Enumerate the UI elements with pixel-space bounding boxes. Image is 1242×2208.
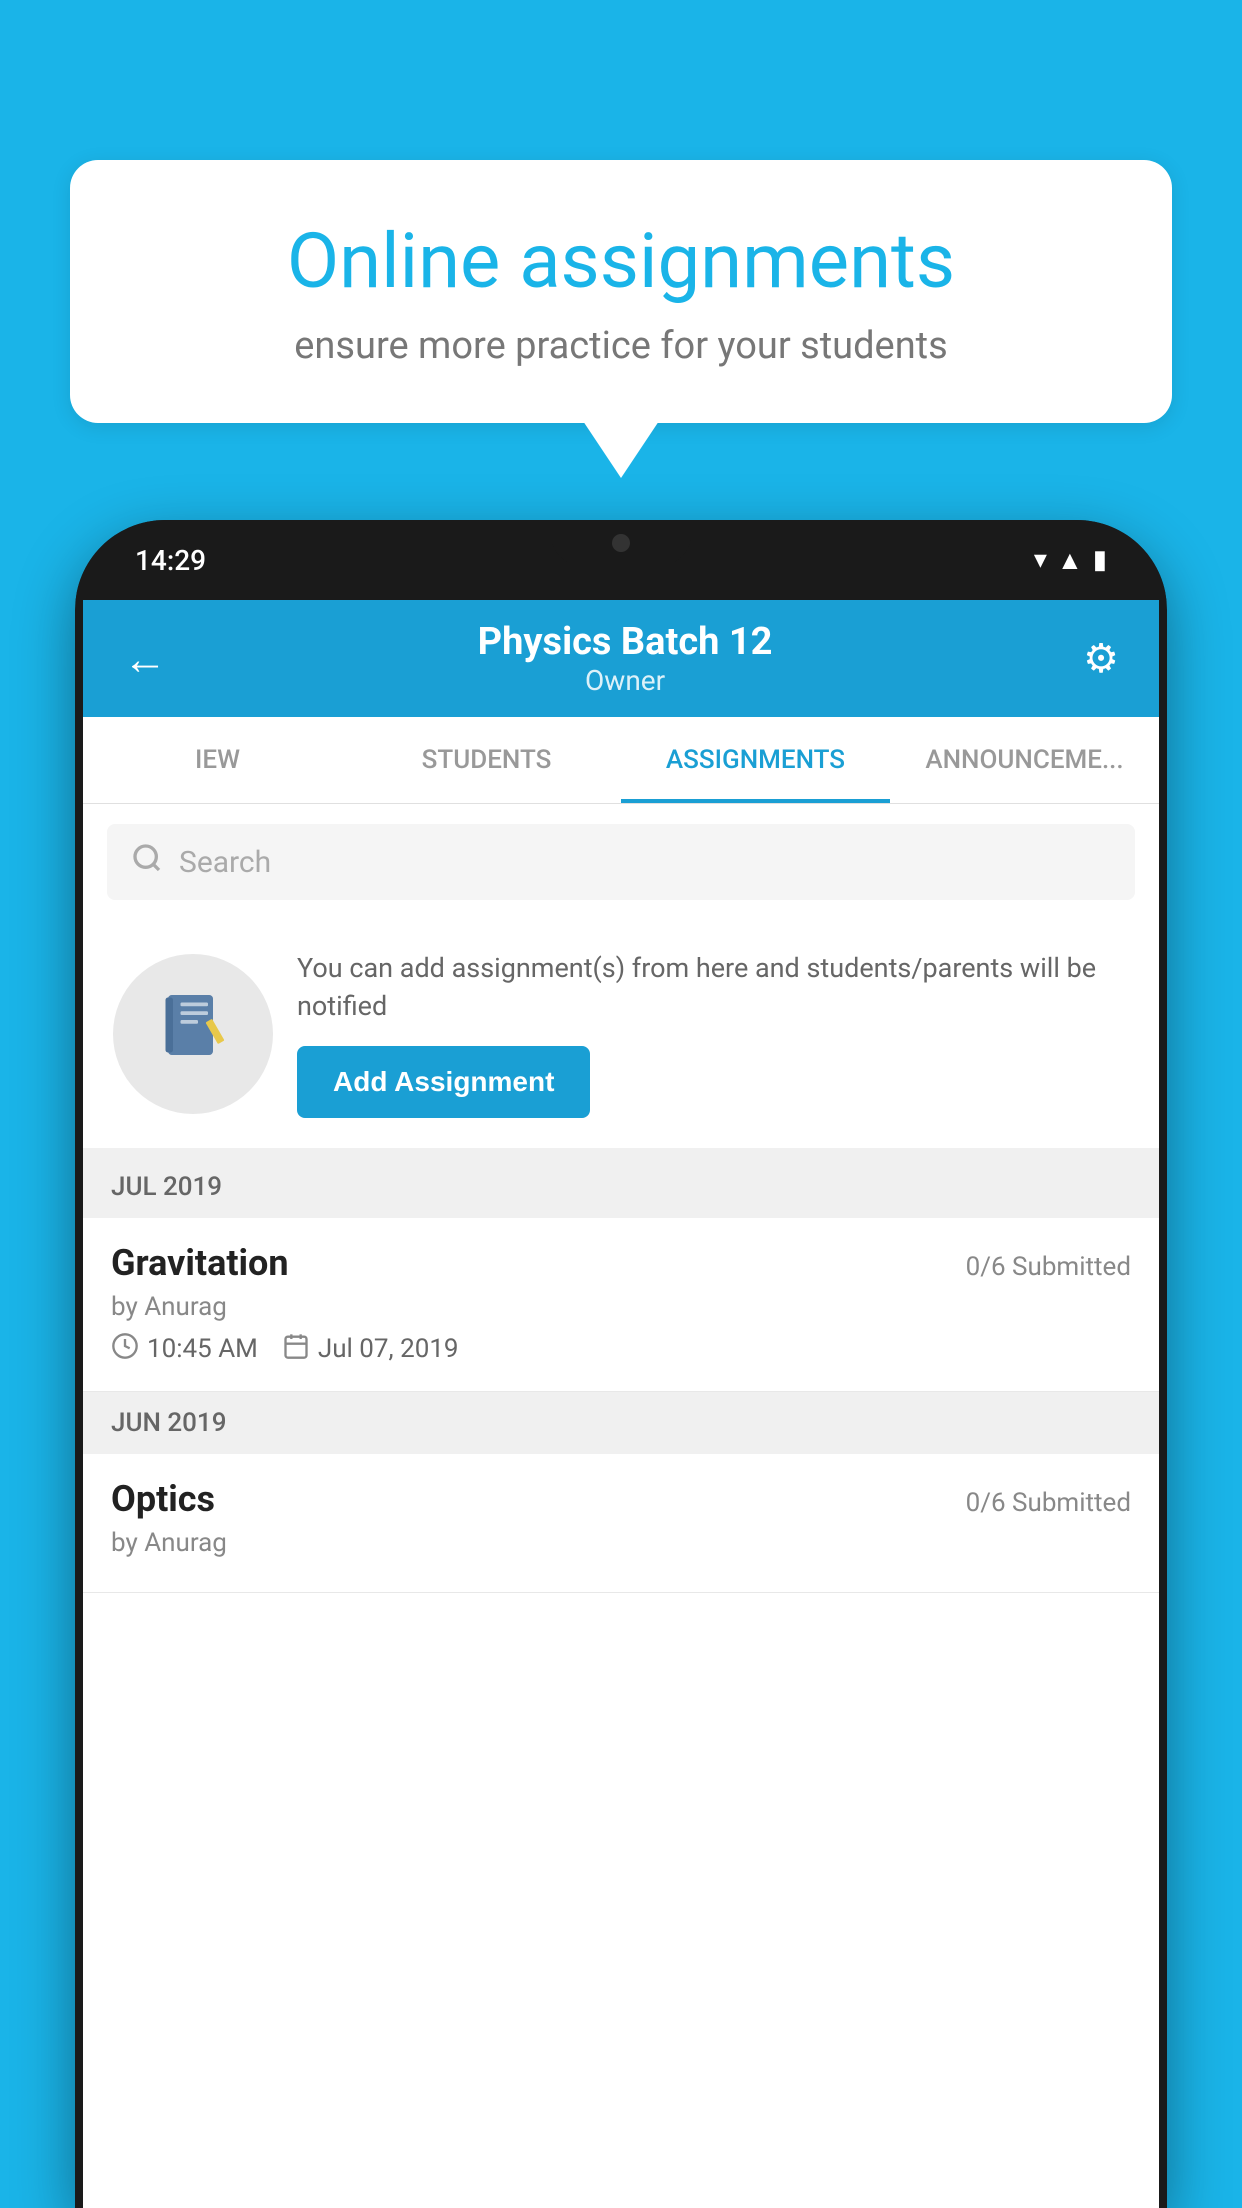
date-value-gravitation: Jul 07, 2019 — [318, 1334, 459, 1364]
status-icons: ▾ ▲ ▮ — [1034, 545, 1107, 576]
add-assignment-button[interactable]: Add Assignment — [297, 1046, 590, 1118]
phone-frame: 14:29 ▾ ▲ ▮ ← Physics Batch 12 Owner ⚙ I… — [75, 520, 1167, 2208]
speech-bubble-container: Online assignments ensure more practice … — [70, 160, 1172, 423]
promo-text: You can add assignment(s) from here and … — [297, 950, 1129, 1026]
tab-students[interactable]: STUDENTS — [352, 717, 621, 803]
batch-title: Physics Batch 12 — [478, 620, 773, 664]
camera-dot — [612, 534, 630, 552]
assignment-submitted-gravitation: 0/6 Submitted — [966, 1252, 1131, 1282]
assignment-by-optics: by Anurag — [111, 1528, 1131, 1558]
owner-label: Owner — [478, 664, 773, 697]
wifi-icon: ▾ — [1034, 545, 1047, 575]
tab-assignments[interactable]: ASSIGNMENTS — [621, 717, 890, 803]
notch — [551, 520, 691, 565]
assignment-name-optics: Optics — [111, 1478, 215, 1520]
settings-button[interactable]: ⚙ — [1083, 635, 1119, 682]
tab-iew[interactable]: IEW — [83, 717, 352, 803]
assignment-row-optics: Optics 0/6 Submitted — [111, 1478, 1131, 1520]
calendar-icon — [282, 1332, 310, 1367]
search-bar[interactable]: Search — [107, 824, 1135, 900]
tabs-bar: IEW STUDENTS ASSIGNMENTS ANNOUNCEME... — [83, 717, 1159, 804]
section-header-jun: JUN 2019 — [83, 1392, 1159, 1454]
meta-time-gravitation: 10:45 AM — [111, 1332, 258, 1367]
signal-icon: ▲ — [1057, 545, 1083, 576]
bubble-title: Online assignments — [140, 220, 1102, 304]
search-placeholder: Search — [179, 845, 271, 880]
battery-icon: ▮ — [1093, 545, 1107, 575]
phone-screen: ← Physics Batch 12 Owner ⚙ IEW STUDENTS … — [83, 600, 1159, 2208]
phone-top-bar: 14:29 ▾ ▲ ▮ — [75, 520, 1167, 600]
section-header-jun-text: JUN 2019 — [111, 1408, 226, 1438]
assignment-name-gravitation: Gravitation — [111, 1242, 289, 1284]
assignment-row-gravitation: Gravitation 0/6 Submitted — [111, 1242, 1131, 1284]
phone-time: 14:29 — [135, 544, 206, 577]
promo-icon-circle — [113, 954, 273, 1114]
search-container: Search — [83, 804, 1159, 920]
section-header-jul: JUL 2019 — [83, 1156, 1159, 1218]
promo-section: You can add assignment(s) from here and … — [83, 920, 1159, 1156]
assignment-item-optics[interactable]: Optics 0/6 Submitted by Anurag — [83, 1454, 1159, 1593]
speech-bubble: Online assignments ensure more practice … — [70, 160, 1172, 423]
clock-icon — [111, 1332, 139, 1367]
header-center: Physics Batch 12 Owner — [478, 620, 773, 697]
meta-date-gravitation: Jul 07, 2019 — [282, 1332, 459, 1367]
tab-announcements[interactable]: ANNOUNCEME... — [890, 717, 1159, 803]
search-icon — [131, 842, 163, 882]
assignment-item-gravitation[interactable]: Gravitation 0/6 Submitted by Anurag 10:4… — [83, 1218, 1159, 1392]
time-value-gravitation: 10:45 AM — [147, 1334, 258, 1364]
back-button[interactable]: ← — [123, 633, 167, 685]
assignment-submitted-optics: 0/6 Submitted — [966, 1488, 1131, 1518]
assignment-by-gravitation: by Anurag — [111, 1292, 1131, 1322]
notebook-icon — [153, 985, 233, 1083]
assignment-meta-gravitation: 10:45 AM Jul 07, 2019 — [111, 1332, 1131, 1367]
promo-content: You can add assignment(s) from here and … — [297, 950, 1129, 1118]
bubble-subtitle: ensure more practice for your students — [140, 324, 1102, 368]
section-header-jul-text: JUL 2019 — [111, 1172, 222, 1202]
app-header: ← Physics Batch 12 Owner ⚙ — [83, 600, 1159, 717]
